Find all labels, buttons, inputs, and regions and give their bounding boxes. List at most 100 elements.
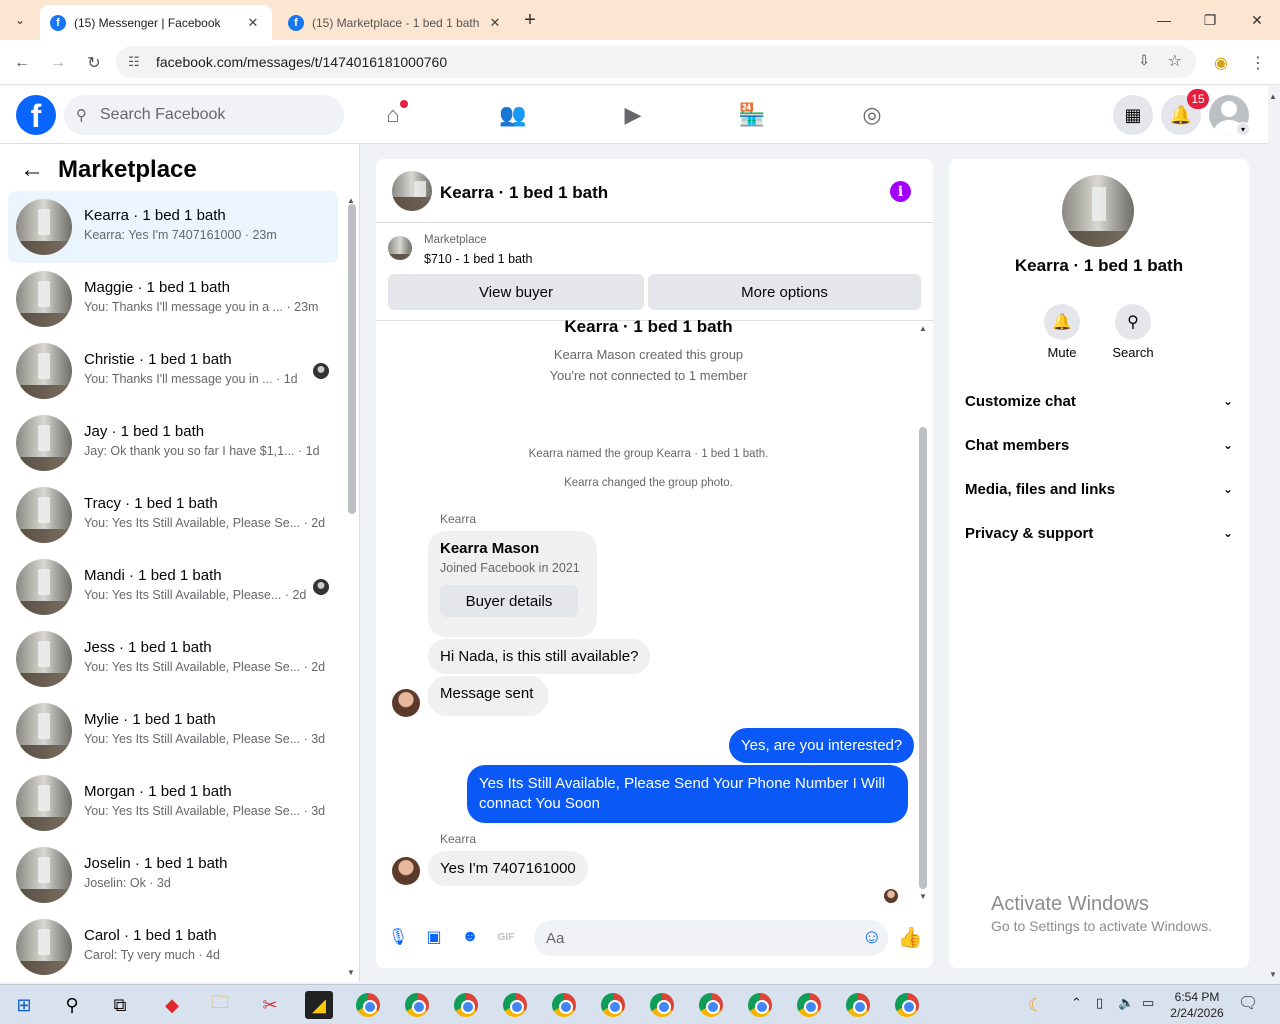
minimize-icon[interactable]: — <box>1152 8 1176 32</box>
volume-icon[interactable]: 🔈 <box>1118 995 1134 1011</box>
conversation-item[interactable]: Tracy · 1 bed 1 bath You: Yes Its Still A… <box>8 479 338 551</box>
chrome-icon[interactable] <box>795 991 823 1019</box>
tray-chevron-up-icon[interactable]: ⌃ <box>1071 995 1082 1011</box>
menu-grid-icon[interactable]: ▦ <box>1113 95 1153 135</box>
conversation-item[interactable]: Carol · 1 bed 1 bath Carol: Ty very much … <box>8 911 338 983</box>
sender-avatar[interactable] <box>392 857 420 885</box>
incoming-message[interactable]: Message sent <box>428 676 548 716</box>
snipping-tool-icon[interactable]: ✂ <box>256 991 284 1019</box>
outgoing-message[interactable]: Yes Its Still Available, Please Send You… <box>467 765 908 823</box>
conversation-item[interactable]: Jay · 1 bed 1 bath Jay: Ok thank you so f… <box>8 407 338 479</box>
browser-tab-marketplace[interactable]: f (15) Marketplace - 1 bed 1 bath ✕ <box>278 5 514 40</box>
scroll-down-icon[interactable]: ▼ <box>919 892 927 901</box>
marketplace-icon[interactable]: 🏪 <box>737 100 767 130</box>
windows-start-icon[interactable]: ⊞ <box>10 991 38 1019</box>
weather-moon-icon[interactable]: ☾ <box>1022 991 1050 1019</box>
network-icon[interactable]: ▭ <box>1142 995 1154 1011</box>
chat-title[interactable]: Kearra · 1 bed 1 bath <box>440 183 608 203</box>
group-photo[interactable] <box>1062 175 1134 247</box>
address-bar[interactable]: ☷ facebook.com/messages/t/14740161810007… <box>116 46 1196 78</box>
search-icon[interactable]: ⚲ <box>1115 304 1151 340</box>
chrome-icon[interactable] <box>452 991 480 1019</box>
browser-tab-messenger[interactable]: f (15) Messenger | Facebook ✕ <box>40 5 272 40</box>
chrome-icon[interactable] <box>599 991 627 1019</box>
buyer-details-button[interactable]: Buyer details <box>440 585 578 617</box>
back-arrow-icon[interactable]: ← <box>20 156 44 184</box>
menu-dots-icon[interactable]: ⋮ <box>1245 50 1271 76</box>
sidebar-scrollbar[interactable] <box>348 204 356 514</box>
more-options-button[interactable]: More options <box>648 274 921 310</box>
sticky-app-icon[interactable]: ◢ <box>305 991 333 1019</box>
chat-members-row[interactable]: Chat members ⌄ <box>965 431 1233 459</box>
photo-icon[interactable]: ▣ <box>422 925 446 949</box>
video-icon[interactable]: ▶ <box>618 100 648 130</box>
device-icon[interactable]: ▯ <box>1096 995 1103 1011</box>
profile-icon[interactable]: ◉ <box>1208 50 1234 76</box>
system-clock[interactable]: 6:54 PM 2/24/2026 <box>1162 989 1232 1021</box>
conversation-item[interactable]: Mandi · 1 bed 1 bath You: Yes Its Still A… <box>8 551 338 623</box>
page-scroll-down-icon[interactable]: ▼ <box>1269 970 1277 979</box>
chrome-icon[interactable] <box>844 991 872 1019</box>
info-icon[interactable]: i <box>890 181 911 202</box>
file-explorer-icon[interactable]: 🗀 <box>206 991 234 1019</box>
gif-icon[interactable]: GIF <box>494 925 518 949</box>
listing-price-title[interactable]: $710 - 1 bed 1 bath <box>424 252 532 266</box>
new-tab-button[interactable]: + <box>518 8 542 32</box>
home-icon[interactable]: ⌂ <box>378 100 408 130</box>
restore-icon[interactable]: ❐ <box>1198 8 1222 32</box>
conversation-item[interactable]: Morgan · 1 bed 1 bath You: Yes Its Still … <box>8 767 338 839</box>
conversation-item[interactable]: Kearra · 1 bed 1 bath Kearra: Yes I'm 740… <box>8 191 338 263</box>
anydesk-icon[interactable]: ◆ <box>158 991 186 1019</box>
facebook-search-input[interactable]: ⚲ Search Facebook <box>64 95 344 135</box>
sender-avatar[interactable] <box>392 689 420 717</box>
search-icon[interactable]: ⚲ <box>58 991 86 1019</box>
chat-avatar[interactable] <box>392 171 432 211</box>
conversation-item[interactable]: Joselin · 1 bed 1 bath Joselin: Ok · 3d <box>8 839 338 911</box>
back-arrow-icon[interactable]: ← <box>9 50 35 76</box>
mute-bell-icon[interactable]: 🔔 <box>1044 304 1080 340</box>
bookmark-star-icon[interactable]: ☆ <box>1168 51 1182 71</box>
forward-arrow-icon[interactable]: → <box>45 50 71 76</box>
account-chevron-down-icon[interactable]: ▾ <box>1236 122 1250 136</box>
view-buyer-button[interactable]: View buyer <box>388 274 644 310</box>
chrome-icon[interactable] <box>893 991 921 1019</box>
chrome-icon[interactable] <box>501 991 529 1019</box>
outgoing-message[interactable]: Yes, are you interested? <box>729 728 915 763</box>
scroll-up-icon[interactable]: ▲ <box>919 324 927 333</box>
chrome-icon[interactable] <box>403 991 431 1019</box>
scroll-down-icon[interactable]: ▼ <box>347 968 355 977</box>
close-tab-icon[interactable]: ✕ <box>244 15 262 31</box>
conversation-item[interactable]: Christie · 1 bed 1 bath You: Thanks I'll … <box>8 335 338 407</box>
reload-icon[interactable]: ↻ <box>81 50 107 76</box>
sticker-icon[interactable]: ☻ <box>458 925 482 949</box>
media-files-links-row[interactable]: Media, files and links ⌄ <box>965 475 1233 503</box>
task-view-icon[interactable]: ⧉ <box>106 991 134 1019</box>
site-info-icon[interactable]: ☷ <box>128 54 140 70</box>
microphone-icon[interactable]: 🎙 <box>386 925 410 949</box>
conversation-item[interactable]: Maggie · 1 bed 1 bath You: Thanks I'll me… <box>8 263 338 335</box>
close-window-icon[interactable]: ✕ <box>1245 8 1269 32</box>
page-scroll-up-icon[interactable]: ▲ <box>1269 92 1277 101</box>
conversation-item[interactable]: Mylie · 1 bed 1 bath You: Yes Its Still A… <box>8 695 338 767</box>
tab-search-chevron-icon[interactable]: ⌄ <box>8 8 32 32</box>
privacy-support-row[interactable]: Privacy & support ⌄ <box>965 519 1233 547</box>
notifications-bell-icon[interactable]: 🔔 15 <box>1161 89 1209 135</box>
groups-icon[interactable]: ◎ <box>857 100 887 130</box>
incoming-message[interactable]: Hi Nada, is this still available? <box>428 639 651 674</box>
chrome-icon[interactable] <box>648 991 676 1019</box>
chrome-icon[interactable] <box>697 991 725 1019</box>
conversation-item[interactable]: Jess · 1 bed 1 bath You: Yes Its Still Av… <box>8 623 338 695</box>
facebook-logo-icon[interactable]: f <box>16 95 56 135</box>
chrome-icon[interactable] <box>746 991 774 1019</box>
customize-chat-row[interactable]: Customize chat ⌄ <box>965 387 1233 415</box>
chat-scrollbar[interactable] <box>919 427 927 889</box>
install-app-icon[interactable]: ⇩ <box>1138 52 1150 69</box>
chrome-icon[interactable] <box>550 991 578 1019</box>
notification-center-icon[interactable]: 🗨 <box>1238 993 1258 1013</box>
friends-icon[interactable]: 👥 <box>498 100 528 130</box>
chrome-icon[interactable] <box>354 991 382 1019</box>
message-input[interactable]: Aa ☺ <box>534 920 888 956</box>
emoji-icon[interactable]: ☺ <box>862 926 882 949</box>
close-tab-icon[interactable]: ✕ <box>486 15 504 31</box>
incoming-message[interactable]: Yes I'm 7407161000 <box>428 851 588 886</box>
